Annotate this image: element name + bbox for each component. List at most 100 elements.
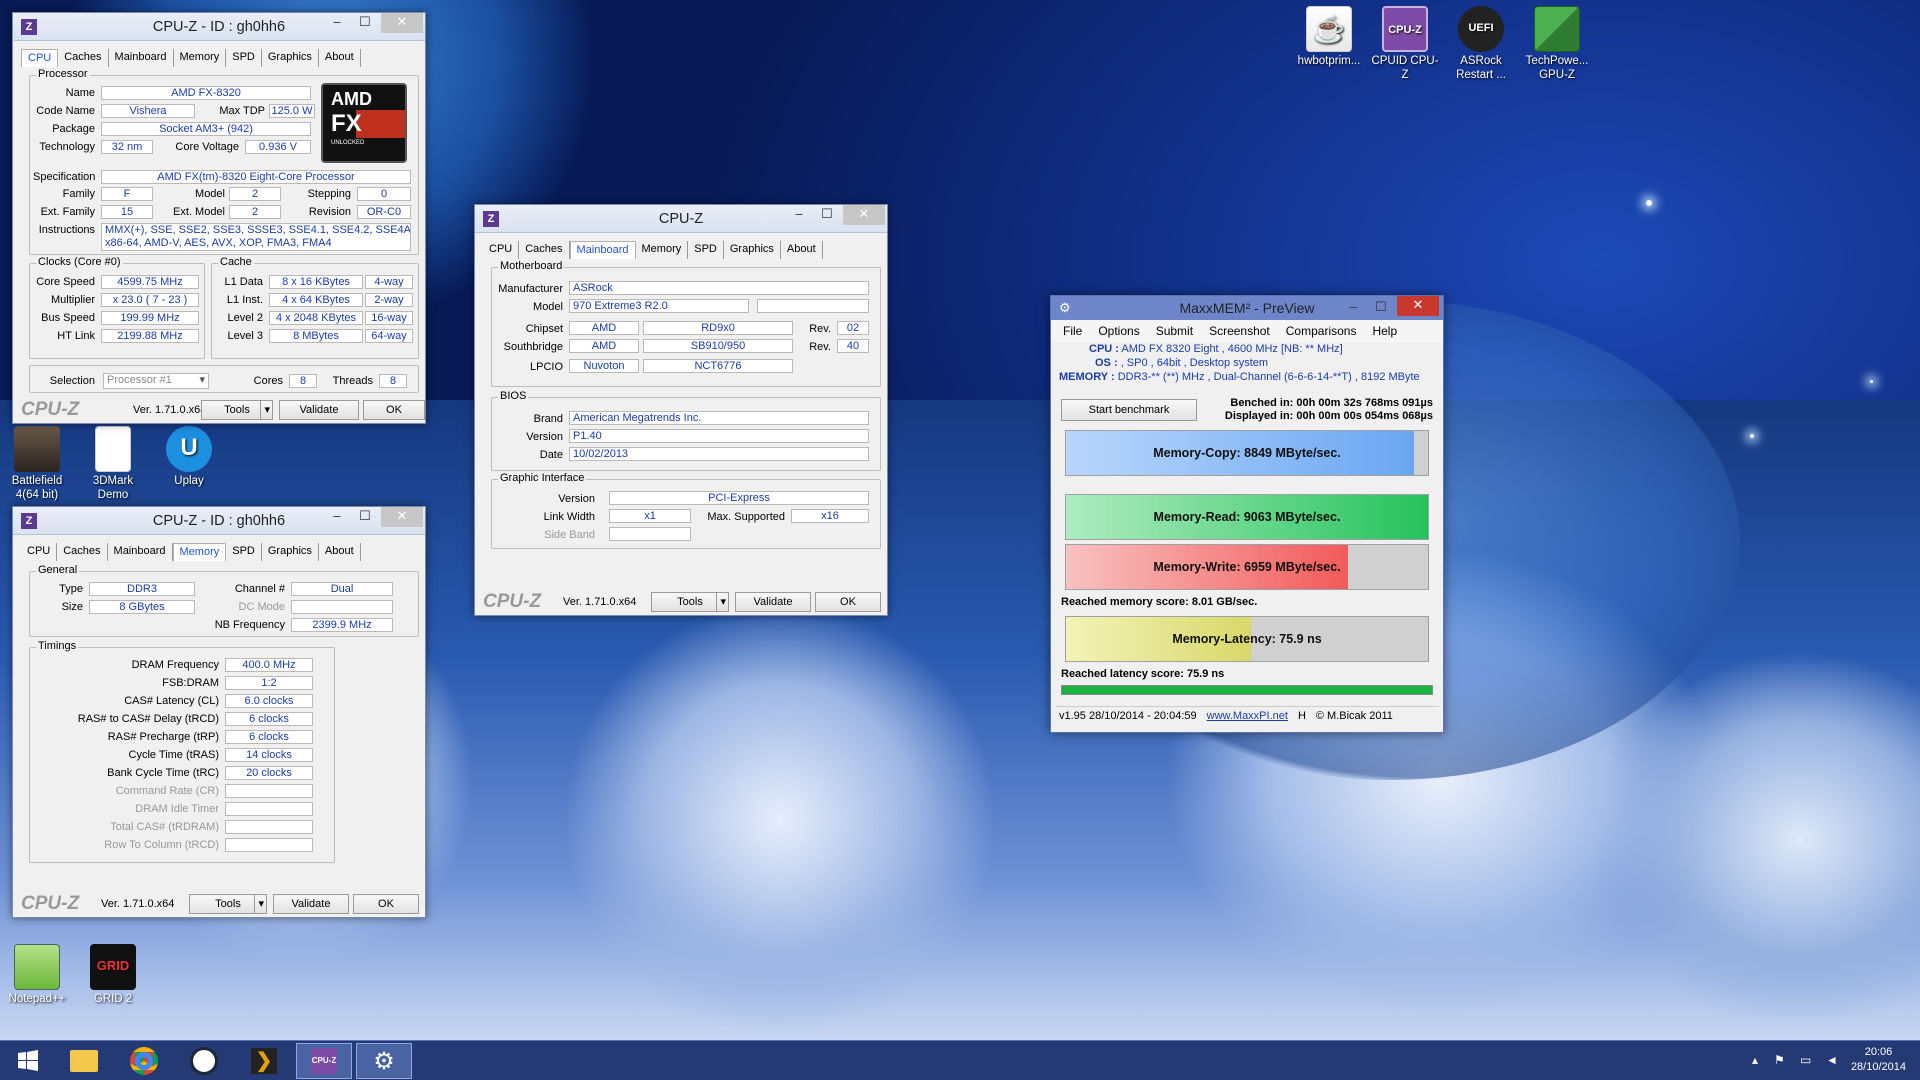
multiplier-field: x 23.0 ( 7 - 23 ) [101, 293, 199, 307]
tab-caches[interactable]: Caches [58, 49, 109, 67]
title-bar[interactable]: Z CPU-Z - ID : gh0hh6 – ☐ ✕ [13, 13, 425, 41]
menu-comparisons[interactable]: Comparisons [1286, 324, 1357, 338]
tab-mainboard[interactable]: Mainboard [108, 543, 173, 561]
tab-spd[interactable]: SPD [226, 543, 262, 561]
ok-button[interactable]: OK [363, 400, 425, 420]
speaker-icon[interactable]: ◄ [1826, 1053, 1838, 1067]
minimize-button[interactable]: – [323, 507, 351, 527]
desktop-icon-notepadpp[interactable]: Notepad++ [2, 944, 72, 1006]
start-benchmark-button[interactable]: Start benchmark [1061, 399, 1197, 421]
close-button[interactable]: ✕ [1397, 296, 1439, 316]
maximize-button[interactable]: ☐ [1367, 298, 1395, 318]
ext-model-field: 2 [229, 205, 281, 219]
cpuz-memory-window[interactable]: Z CPU-Z - ID : gh0hh6 – ☐ ✕ CPU Caches M… [12, 506, 426, 918]
flag-icon[interactable]: ⚑ [1774, 1053, 1785, 1067]
steam-icon [190, 1047, 218, 1075]
tab-cpu[interactable]: CPU [483, 241, 520, 259]
type-field: DDR3 [89, 582, 195, 596]
ok-button[interactable]: OK [353, 894, 419, 914]
menu-screenshot[interactable]: Screenshot [1209, 324, 1270, 338]
desktop-icon-uplay[interactable]: U Uplay [154, 426, 224, 488]
tab-spd[interactable]: SPD [688, 241, 724, 259]
tab-cpu[interactable]: CPU [21, 49, 59, 67]
tab-graphics[interactable]: Graphics [262, 49, 319, 67]
taskbar-chrome[interactable] [116, 1043, 172, 1079]
status-link[interactable]: www.MaxxPI.net [1207, 710, 1288, 722]
desktop-icon-asrock-restart[interactable]: UEFI ASRock Restart ... [1446, 6, 1516, 82]
desktop-icon-battlefield[interactable]: Battlefield 4(64 bit) [2, 426, 72, 502]
maximize-button[interactable]: ☐ [351, 13, 379, 33]
model-field: 970 Extreme3 R2.0 [569, 299, 749, 313]
tab-graphics[interactable]: Graphics [262, 543, 319, 561]
tray-chevron-up-icon[interactable]: ▴ [1752, 1053, 1758, 1067]
timing-label: RAS# Precharge (tRP) [107, 731, 219, 743]
tools-button[interactable]: Tools ▾ [189, 894, 267, 914]
ok-button[interactable]: OK [815, 592, 881, 612]
type-label: Type [59, 583, 83, 595]
technology-field: 32 nm [101, 140, 153, 154]
l1-data-field: 8 x 16 KBytes [269, 275, 363, 289]
taskbar-steam[interactable] [176, 1043, 232, 1079]
cpuz-cpu-window[interactable]: Z CPU-Z - ID : gh0hh6 – ☐ ✕ CPU Caches M… [12, 12, 426, 424]
close-button[interactable]: ✕ [381, 13, 423, 33]
menu-options[interactable]: Options [1098, 324, 1139, 338]
close-button[interactable]: ✕ [843, 205, 885, 225]
tab-caches[interactable]: Caches [57, 543, 108, 561]
taskbar-cpuz[interactable]: CPU-Z [296, 1043, 352, 1079]
maximize-button[interactable]: ☐ [351, 507, 379, 527]
cpuz-mainboard-window[interactable]: Z CPU-Z – ☐ ✕ CPU Caches Mainboard Memor… [474, 204, 888, 616]
tab-cpu[interactable]: CPU [21, 543, 58, 561]
maxxmem-window[interactable]: ⚙ MaxxMEM² - PreView – ☐ ✕ File Options … [1050, 295, 1444, 733]
tab-memory[interactable]: Memory [172, 543, 227, 561]
taskbar-explorer[interactable] [56, 1043, 112, 1079]
menu-help[interactable]: Help [1372, 324, 1397, 338]
tools-button[interactable]: Tools ▾ [651, 592, 729, 612]
network-icon[interactable]: ▭ [1800, 1053, 1811, 1067]
tab-mainboard[interactable]: Mainboard [109, 49, 174, 67]
tray-clock[interactable]: 20:06 28/10/2014 [1851, 1045, 1906, 1075]
minimize-button[interactable]: – [1339, 298, 1367, 318]
validate-button[interactable]: Validate [273, 894, 349, 914]
memory-copy-bar: Memory-Copy: 8849 MByte/sec. [1065, 430, 1429, 476]
memory-write-text: Memory-Write: 6959 MByte/sec. [1153, 560, 1341, 574]
title-bar[interactable]: Z CPU-Z - ID : gh0hh6 – ☐ ✕ [13, 507, 425, 535]
memory-score: Reached memory score: 8.01 GB/sec. [1061, 596, 1258, 608]
tab-graphics[interactable]: Graphics [724, 241, 781, 259]
taskbar-plex[interactable]: ❯ [236, 1043, 292, 1079]
tab-about[interactable]: About [319, 49, 361, 67]
selection-dropdown[interactable]: Processor #1 ▾ [103, 373, 209, 389]
start-button[interactable] [0, 1043, 56, 1079]
gpuz-icon [1534, 6, 1580, 52]
max-supported-field: x16 [791, 509, 869, 523]
title-bar[interactable]: ⚙ MaxxMEM² - PreView – ☐ ✕ [1051, 296, 1443, 320]
tools-label: Tools [215, 898, 241, 910]
tab-about[interactable]: About [319, 543, 361, 561]
tab-mainboard[interactable]: Mainboard [569, 241, 636, 259]
maximize-button[interactable]: ☐ [813, 205, 841, 225]
tab-caches[interactable]: Caches [519, 241, 570, 259]
memory-latency-text: Memory-Latency: 75.9 ns [1172, 632, 1322, 646]
tab-memory[interactable]: Memory [636, 241, 689, 259]
minimize-button[interactable]: – [785, 205, 813, 225]
menu-file[interactable]: File [1063, 324, 1082, 338]
title-bar[interactable]: Z CPU-Z – ☐ ✕ [475, 205, 887, 233]
tab-memory[interactable]: Memory [174, 49, 227, 67]
tools-button[interactable]: Tools ▾ [201, 400, 273, 420]
level-2-label: Level 2 [227, 312, 263, 324]
gear-icon: ⚙ [373, 1047, 395, 1075]
bios-date-label: Date [539, 449, 563, 461]
desktop-icon-gpuz[interactable]: TechPowe... GPU-Z [1522, 6, 1592, 82]
validate-button[interactable]: Validate [735, 592, 811, 612]
desktop-icon-cpuid-cpuz[interactable]: CPU-Z CPUID CPU-Z [1370, 6, 1440, 82]
taskbar-maxxmem[interactable]: ⚙ [356, 1043, 412, 1079]
validate-button[interactable]: Validate [279, 400, 359, 420]
desktop-icon-grid2[interactable]: GRID GRID 2 [78, 944, 148, 1006]
close-button[interactable]: ✕ [381, 507, 423, 527]
os-label: OS : [1095, 357, 1118, 369]
desktop-icon-hwbotprime[interactable]: ☕ hwbotprim... [1294, 6, 1364, 68]
menu-submit[interactable]: Submit [1156, 324, 1193, 338]
tab-about[interactable]: About [781, 241, 823, 259]
minimize-button[interactable]: – [323, 13, 351, 33]
tab-spd[interactable]: SPD [226, 49, 262, 67]
desktop-icon-3dmark[interactable]: 3DMark Demo [78, 426, 148, 502]
